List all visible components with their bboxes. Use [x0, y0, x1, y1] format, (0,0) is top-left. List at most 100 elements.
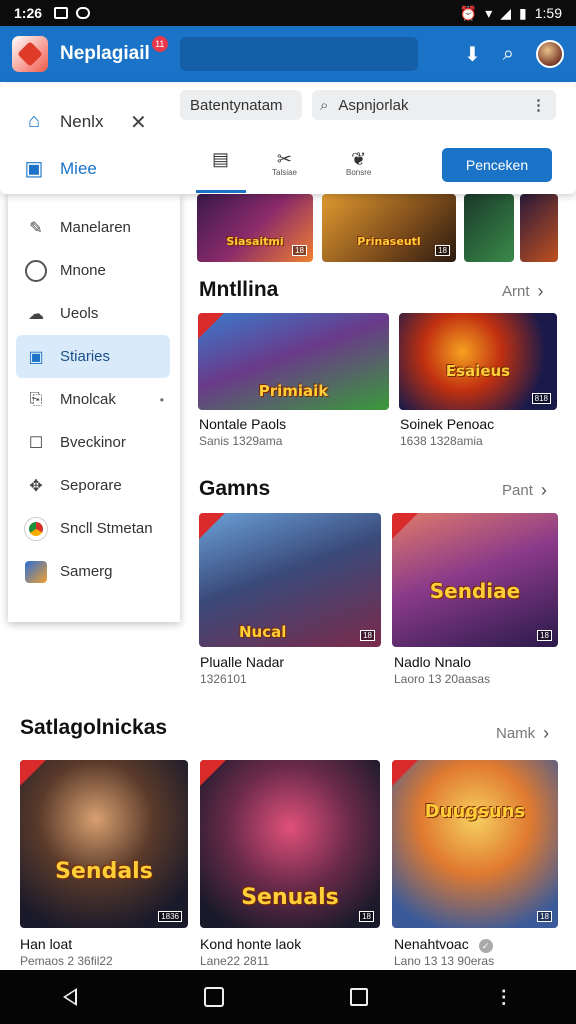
corner-badge	[392, 760, 418, 786]
tab-tools[interactable]: ✂ Talsiae	[272, 150, 297, 177]
app-logo-icon[interactable]	[12, 36, 48, 72]
puzzle-icon: ✎	[29, 219, 43, 237]
tools-icon: ✂	[276, 149, 292, 169]
game-thumbnail[interactable]: Siasaitmi 18	[197, 194, 313, 262]
section-title: Satlagolnickas	[20, 716, 168, 739]
drawer-item-label: Samerg	[60, 563, 113, 580]
panel-item-main[interactable]: ▣ Miee	[22, 156, 97, 181]
section-more-link[interactable]: Pant ›	[502, 480, 547, 501]
drawer-item[interactable]: ☁ Ueols	[8, 292, 180, 335]
panel-filter-field[interactable]: Batentynatam	[180, 90, 302, 120]
card-title: Soinek Penoac	[400, 416, 495, 432]
primary-action-button[interactable]: Penceken	[442, 148, 552, 182]
card-title: Nontale Paols	[199, 416, 287, 432]
chrome-icon	[24, 517, 48, 541]
app-notification-icon	[76, 7, 91, 19]
drawer-item-label: Bveckinor	[60, 434, 126, 451]
game-thumbnail[interactable]: Primiaik	[198, 313, 389, 410]
game-thumbnail[interactable]: Sendals 1836	[20, 760, 188, 928]
card-subtitle: Laoro 13 20aasas	[394, 672, 491, 686]
game-thumbnail[interactable]	[520, 194, 558, 262]
card-subtitle: Pemaos 2 36fil22	[20, 954, 113, 968]
thumbnail-art-text: Sendals	[55, 859, 153, 884]
more-link-label: Arnt	[502, 283, 530, 300]
verified-icon: ✓	[478, 939, 493, 953]
drawer-item[interactable]: ⎘ Mnolcak •	[8, 378, 180, 421]
corner-badge	[198, 313, 224, 339]
section-title: Gamns	[199, 477, 271, 500]
tab-label: Talsiae	[272, 168, 297, 177]
panel-item-home[interactable]: ⌂ Nenlx	[22, 110, 104, 133]
avatar[interactable]	[536, 40, 564, 68]
wifi-icon: ▾	[485, 4, 493, 21]
panel-item-label: Miee	[60, 158, 97, 178]
drawer-item[interactable]: ☐ Bveckinor	[8, 421, 180, 464]
drawer-item-label: Mnolcak	[60, 391, 116, 408]
drawer-item-label: Sncll Stmetan	[60, 520, 153, 537]
home-icon: ⌂	[27, 110, 41, 132]
close-icon[interactable]: ✕	[130, 110, 147, 135]
search-icon: ⌕	[320, 96, 329, 114]
game-thumbnail[interactable]: Prinaseutl 18	[322, 194, 456, 262]
age-rating-badge: 818	[531, 393, 551, 404]
thumbnail-art-text: Primiaik	[258, 382, 329, 400]
more-options-icon[interactable]: ⋮	[531, 96, 546, 114]
back-icon[interactable]	[63, 988, 78, 1006]
game-thumbnail[interactable]: Esaieus 818	[399, 313, 557, 410]
drawer-item-label: Ueols	[60, 305, 99, 322]
download-icon[interactable]: ⬇	[464, 42, 481, 67]
more-link-label: Namk	[496, 725, 536, 742]
notification-icon	[54, 7, 69, 19]
drawer-item[interactable]: Mnone	[8, 249, 180, 292]
alarm-icon: ⏰	[459, 4, 478, 21]
tab-label: Bonsre	[346, 168, 372, 177]
active-tab-indicator	[196, 190, 246, 193]
game-thumbnail[interactable]: Duugsuns 18	[392, 760, 558, 928]
drawer-item[interactable]: Sncll Stmetan	[8, 507, 180, 550]
game-thumbnail[interactable]: Sendiae 18	[392, 513, 558, 647]
panel-search-field[interactable]: ⌕ Aspnjorlak ⋮	[312, 90, 556, 120]
drawer-item[interactable]: Samerg	[8, 550, 180, 593]
tab-document[interactable]: ▤	[212, 150, 229, 168]
app-search-input[interactable]	[179, 37, 418, 71]
thumbnail-art-text: Sendiae	[429, 579, 521, 603]
home-icon[interactable]	[203, 987, 224, 1007]
app-title: Neplagiail	[60, 43, 150, 64]
game-thumbnail[interactable]: Senuals 18	[200, 760, 380, 928]
corner-badge	[392, 513, 418, 539]
indicator-dot: •	[159, 392, 164, 407]
thumbnail-art-text: Duugsuns	[424, 801, 526, 822]
leaf-icon: ❦	[351, 149, 367, 169]
drawer-item-label: Mnone	[60, 262, 106, 279]
puzzle-icon: ✥	[29, 477, 43, 495]
more-link-label: Pant	[502, 482, 533, 499]
recent-apps-icon[interactable]	[350, 988, 369, 1006]
drawer-item[interactable]: ✎ Manelaren	[8, 206, 180, 249]
tab-bonus[interactable]: ❦ Bonsre	[346, 150, 371, 177]
chevron-right-icon: ›	[543, 723, 550, 743]
side-drawer: ✎ Manelaren Mnone ☁ Ueols ▣ Stiaries ⎘ M…	[8, 194, 180, 622]
chevron-right-icon: ›	[537, 281, 544, 301]
coin-icon	[24, 259, 48, 283]
thumbnail-art-text: Esaieus	[445, 362, 511, 380]
drawer-item-label: Seporare	[60, 477, 122, 494]
game-thumbnail[interactable]	[464, 194, 514, 262]
age-rating-badge: 1836	[158, 911, 182, 922]
corner-badge	[199, 513, 225, 539]
card-title: Kond honte laok	[200, 936, 302, 952]
card-subtitle: Lano 13 13 90eras	[394, 954, 495, 968]
search-icon[interactable]: ⌕	[503, 43, 514, 66]
section-more-link[interactable]: Namk ›	[496, 723, 549, 744]
section-more-link[interactable]: Arnt ›	[502, 281, 544, 302]
square-icon: ▣	[28, 348, 44, 366]
more-vertical-icon[interactable]: ⋮	[495, 987, 513, 1008]
card-title-row: Nenahtvoac ✓	[394, 936, 493, 953]
tray-icon: ⎘	[29, 390, 43, 408]
drawer-item-label: Manelaren	[60, 219, 131, 236]
square-icon: ▣	[24, 158, 44, 180]
card-subtitle: 1326101	[200, 672, 247, 686]
corner-badge	[200, 760, 226, 786]
drawer-item[interactable]: ✥ Seporare	[8, 464, 180, 507]
game-thumbnail[interactable]: Nucal 18	[199, 513, 381, 647]
drawer-item-active[interactable]: ▣ Stiaries	[16, 335, 170, 378]
